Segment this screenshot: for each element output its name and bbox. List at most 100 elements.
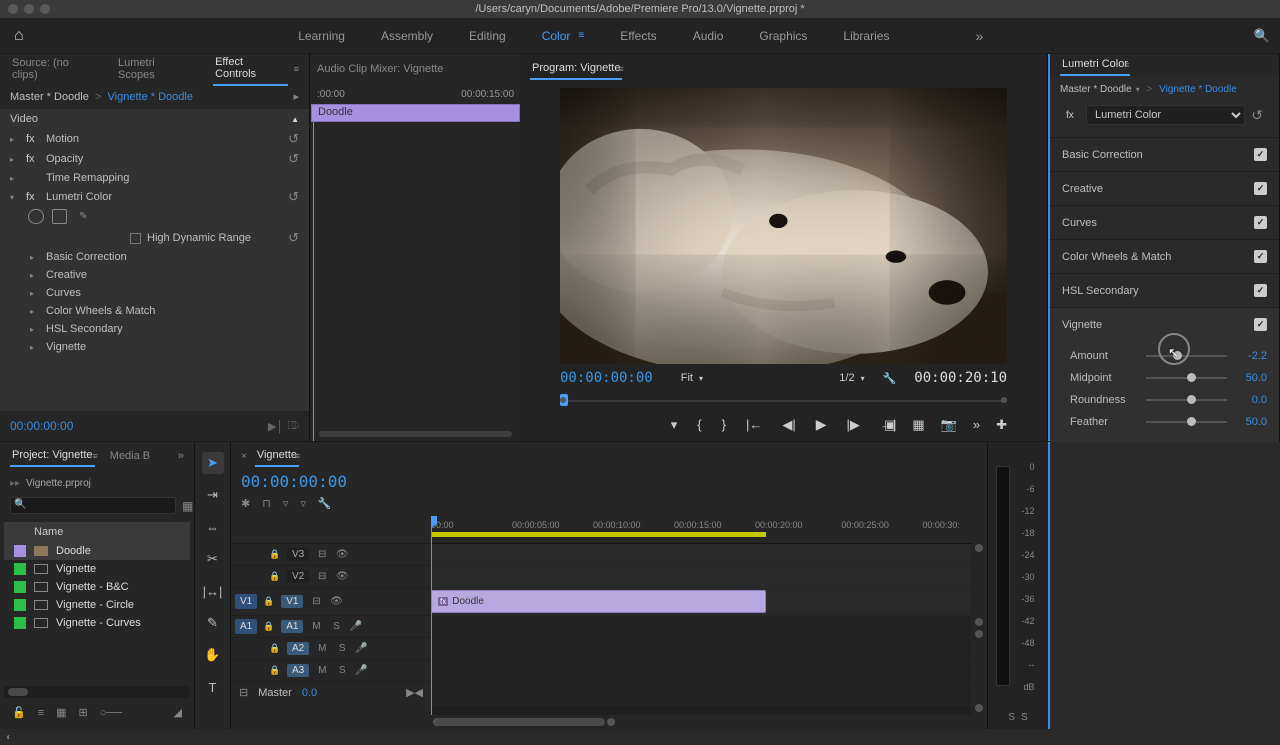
lock-icon[interactable]: 🔒 <box>269 665 281 676</box>
lift-icon[interactable]: ▣ <box>884 417 896 433</box>
checkbox-checked-icon[interactable]: ✓ <box>1254 148 1267 161</box>
solo-icon[interactable]: S <box>335 665 349 676</box>
track-select-tool-icon[interactable]: ⇥ <box>202 484 224 506</box>
program-tc-current[interactable]: 00:00:00:00 <box>560 370 653 386</box>
scrollbar[interactable] <box>4 686 190 698</box>
chevron-down-icon[interactable]: ▾ <box>1136 85 1140 94</box>
tab-audio-clip-mixer[interactable]: Audio Clip Mixer: Vignette <box>315 59 445 79</box>
workspace-libraries[interactable]: Libraries <box>843 29 889 43</box>
tl-settings-icon[interactable]: ▿ <box>300 497 306 510</box>
overflow-icon[interactable]: » <box>975 28 983 44</box>
overflow-icon[interactable]: » <box>178 450 184 462</box>
checkbox-checked-icon[interactable]: ✓ <box>1254 182 1267 195</box>
freeform-view-icon[interactable]: ⊞ <box>79 706 88 719</box>
timeline-timecode[interactable]: 00:00:00:00 <box>241 472 347 491</box>
list-view-icon[interactable]: ≡ <box>38 707 44 719</box>
track-a2-label[interactable]: A2 <box>287 642 309 655</box>
mini-tl-clip[interactable]: Doodle <box>311 104 520 122</box>
toggle-output-icon[interactable]: 👁 <box>329 596 343 607</box>
fx-badge-icon[interactable]: fx <box>1066 110 1080 121</box>
type-tool-icon[interactable]: T <box>202 676 224 698</box>
panel-menu-icon[interactable]: ≡ <box>618 64 623 74</box>
step-back-icon[interactable]: ◀| <box>782 417 795 433</box>
lock-icon[interactable]: 🔒 <box>263 596 275 607</box>
tab-program[interactable]: Program: Vignette <box>530 58 622 80</box>
workspace-learning[interactable]: Learning <box>298 29 345 43</box>
workspace-assembly[interactable]: Assembly <box>381 29 433 43</box>
add-marker-icon[interactable]: ▿ <box>283 497 289 510</box>
solo-icon[interactable]: S <box>335 643 349 654</box>
effect-lumetri-color[interactable]: Lumetri Color <box>46 191 112 203</box>
export-frame-icon[interactable]: 📷 <box>941 417 957 433</box>
checkbox-checked-icon[interactable]: ✓ <box>1254 216 1267 229</box>
resolution-dropdown[interactable]: 1/2 <box>839 372 854 384</box>
hdr-checkbox[interactable] <box>130 233 141 244</box>
voice-over-icon[interactable]: 🎤 <box>355 643 367 654</box>
ec-btn-icon[interactable]: ▶│ <box>268 420 283 433</box>
lock-icon[interactable]: 🔒 <box>269 571 281 582</box>
column-header-name[interactable]: Name <box>4 522 190 542</box>
lock-icon[interactable]: 🔓 <box>12 706 26 719</box>
effect-motion[interactable]: Motion <box>46 133 79 145</box>
lum-sec-hsl[interactable]: HSL Secondary <box>1062 285 1139 297</box>
timeline-hscroll[interactable] <box>431 715 987 729</box>
panel-menu-icon[interactable]: ≡ <box>93 451 98 461</box>
new-bin-icon[interactable]: ▦ <box>182 499 193 513</box>
track-v3-label[interactable]: V3 <box>287 548 309 561</box>
lum-sec-basic[interactable]: Basic Correction <box>1062 149 1143 161</box>
track-v1-label[interactable]: V1 <box>281 595 303 608</box>
time-ruler[interactable]: 00:00 00:00:05:00 00:00:10:00 00:00:15:0… <box>431 516 971 544</box>
midpoint-slider[interactable] <box>1146 377 1227 379</box>
tab-effect-controls[interactable]: Effect Controls <box>213 52 288 86</box>
workspace-menu-icon[interactable]: ≡ <box>578 30 584 41</box>
fx-badge-icon[interactable]: fx <box>26 153 40 165</box>
lum-sec-wheels[interactable]: Color Wheels & Match <box>1062 251 1171 263</box>
tab-lumetri-color[interactable]: Lumetri Color <box>1060 54 1130 76</box>
chevron-down-icon[interactable]: ▾ <box>699 374 703 383</box>
timeline-clip[interactable]: fx Doodle <box>431 590 766 613</box>
reset-icon[interactable]: ↺ <box>1251 107 1263 124</box>
project-item[interactable]: Vignette - B&C <box>4 578 190 596</box>
ec-sub-hsl[interactable]: HSL Secondary <box>46 323 123 335</box>
checkbox-checked-icon[interactable]: ✓ <box>1254 250 1267 263</box>
ec-clip-link[interactable]: Vignette * Doodle <box>108 91 193 103</box>
reset-icon[interactable]: ↺ <box>288 230 299 246</box>
amount-value[interactable]: -2.2 <box>1235 350 1267 362</box>
ec-timecode[interactable]: 00:00:00:00 <box>10 419 73 433</box>
source-patch-a1[interactable]: A1 <box>235 619 257 634</box>
mark-in-icon[interactable]: { <box>697 417 701 432</box>
roundness-slider[interactable] <box>1146 399 1227 401</box>
program-video-display[interactable] <box>560 88 1007 364</box>
fit-dropdown[interactable]: Fit <box>681 372 693 384</box>
search-icon[interactable]: 🔍 <box>1254 28 1270 44</box>
button-editor-icon[interactable]: ✚ <box>996 417 1007 433</box>
snap-icon[interactable]: ✱ <box>241 497 250 510</box>
effect-opacity[interactable]: Opacity <box>46 153 83 165</box>
voice-over-icon[interactable]: 🎤 <box>349 621 361 632</box>
lock-icon[interactable]: 🔒 <box>269 549 281 560</box>
feather-value[interactable]: 50.0 <box>1235 416 1267 428</box>
step-forward-icon[interactable]: |▶ <box>847 417 860 433</box>
collapse-icon[interactable]: ▶◀ <box>406 686 423 699</box>
home-icon[interactable]: ⌂ <box>10 23 28 49</box>
settings-wrench-icon[interactable]: 🔧 <box>883 372 897 385</box>
fx-badge-icon[interactable]: fx <box>26 133 40 145</box>
track-v2-label[interactable]: V2 <box>287 570 309 583</box>
reset-icon[interactable]: ↺ <box>288 131 299 147</box>
feather-slider[interactable] <box>1146 421 1227 423</box>
lock-icon[interactable]: 🔒 <box>263 621 275 632</box>
track-a1-label[interactable]: A1 <box>281 620 303 633</box>
project-item[interactable]: Vignette - Circle <box>4 596 190 614</box>
source-patch-v1[interactable]: V1 <box>235 594 257 609</box>
checkbox-checked-icon[interactable]: ✓ <box>1254 284 1267 297</box>
disclosure-icon[interactable]: ▾ <box>10 193 20 202</box>
effect-time-remapping[interactable]: Time Remapping <box>46 172 129 184</box>
tab-media-browser[interactable]: Media B <box>108 446 152 466</box>
workspace-graphics[interactable]: Graphics <box>759 29 807 43</box>
fx-badge-icon[interactable]: fx <box>26 191 40 203</box>
disclosure-icon[interactable]: ▸ <box>10 174 20 183</box>
mute-icon[interactable]: M <box>315 665 329 676</box>
checkbox-checked-icon[interactable]: ✓ <box>1254 318 1267 331</box>
sync-lock-icon[interactable]: ⊟ <box>315 549 329 560</box>
solo-toggle[interactable]: S <box>1008 712 1015 723</box>
